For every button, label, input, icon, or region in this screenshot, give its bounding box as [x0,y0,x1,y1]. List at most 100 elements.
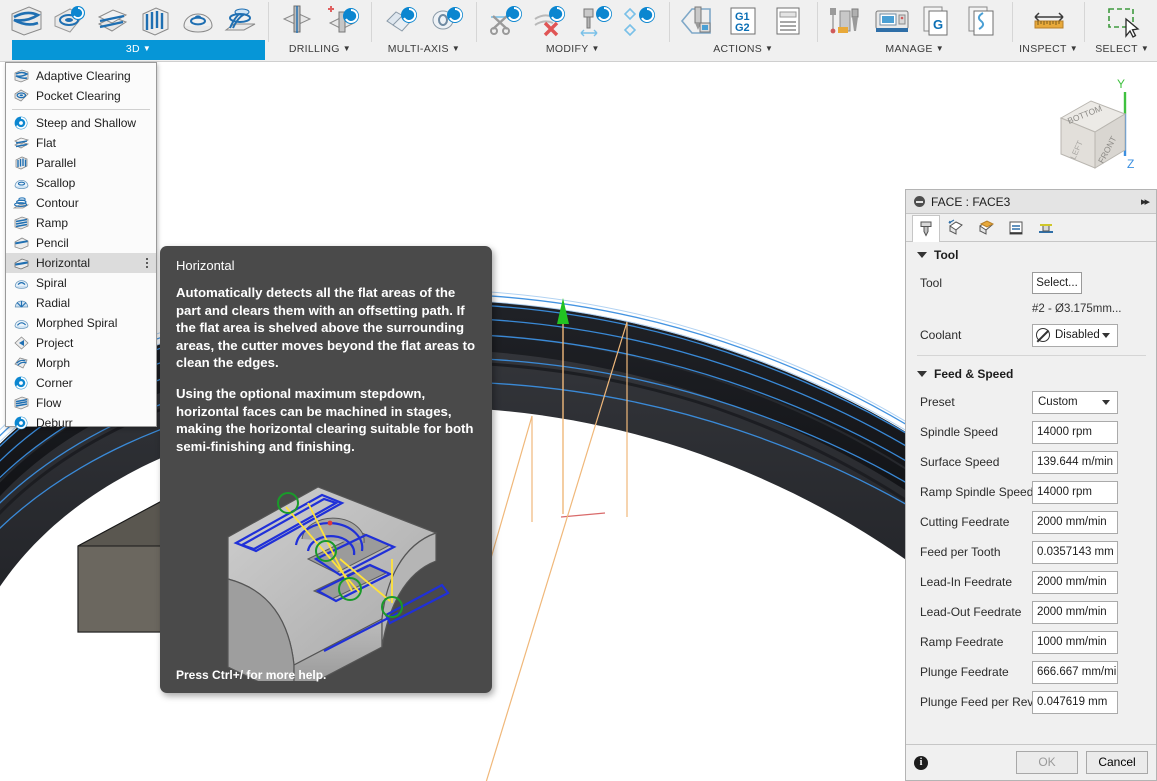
cancel-button[interactable]: Cancel [1086,751,1148,774]
flat-icon[interactable] [90,1,133,41]
heights-icon [979,220,995,235]
ramp-spindle-speed-input[interactable]: 14000 rpm [1032,480,1118,504]
delete-toolpath-icon[interactable] [528,1,573,41]
ribbon-group-modify-label[interactable]: MODIFY ▼ [479,40,667,60]
ribbon-group-select-label[interactable]: SELECT ▼ [1087,40,1157,60]
section-header-tool[interactable]: Tool [906,242,1156,268]
collapse-icon[interactable] [914,196,925,207]
menu-item-pencil[interactable]: Pencil [6,233,156,253]
dialog-tabs[interactable] [906,214,1156,242]
menu-item-corner[interactable]: Corner [6,373,156,393]
feed-per-tooth-input[interactable]: 0.0357143 mm [1032,540,1118,564]
menu-item-contour[interactable]: Contour [6,193,156,213]
drill-add-icon[interactable] [320,1,365,41]
simplify-icon[interactable] [618,1,663,41]
tool-select-button[interactable]: Select... [1032,272,1082,294]
menu-item-steep-and-shallow[interactable]: Steep and Shallow [6,113,156,133]
adaptive-clearing-icon [12,68,31,84]
section-header-feed-speed[interactable]: Feed & Speed [906,361,1156,387]
info-icon[interactable]: i [914,755,928,770]
tab-linking[interactable] [1032,214,1060,241]
ramp-feedrate-input[interactable]: 1000 mm/min [1032,630,1118,654]
dialog-title-bar[interactable]: FACE : FACE3 ▸▸ [906,190,1156,214]
simulate-icon[interactable] [676,1,721,41]
spindle-speed-input[interactable]: 14000 rpm [1032,420,1118,444]
measure-icon[interactable] [1026,1,1072,41]
divider [1011,2,1013,42]
chevron-down-icon [1102,332,1110,338]
tool-icon [920,221,932,237]
chevron-down-icon: ▼ [765,44,774,53]
menu-item-adaptive-clearing[interactable]: Adaptive Clearing [6,66,156,86]
tooltip-footer-hint: Press Ctrl+/ for more help. [176,668,327,682]
ribbon-group-manage-label[interactable]: MANAGE ▼ [820,40,1010,60]
menu-item-morphed-spiral[interactable]: Morphed Spiral [6,313,156,333]
menu-item-pocket-clearing[interactable]: Pocket Clearing [6,86,156,106]
post-process-icon[interactable]: G1 G2 [721,1,766,41]
menu-item-label: Ramp [36,216,69,230]
help-tooltip: Horizontal Automatically detects all the… [160,246,492,700]
3d-strategies-menu[interactable]: Adaptive Clearing Pocket Clearing Steep … [5,62,157,430]
pocket-clearing-icon[interactable] [47,1,90,41]
scallop-icon[interactable] [176,1,219,41]
preset-dropdown[interactable]: Custom [1032,390,1118,414]
view-cube[interactable]: Y Z X BOTTOM FRONT LEFT [1039,74,1149,182]
tool-change-icon[interactable] [573,1,618,41]
coolant-dropdown[interactable]: Disabled [1032,323,1118,347]
nc-programs-icon[interactable]: G [915,1,961,41]
menu-item-ramp[interactable]: Ramp [6,213,156,233]
menu-item-radial[interactable]: Radial [6,293,156,313]
tab-passes[interactable] [1002,214,1030,241]
chevron-down-icon [917,252,927,258]
menu-item-spiral[interactable]: Spiral [6,273,156,293]
lead-out-feedrate-input[interactable]: 2000 mm/min [1032,600,1118,624]
multiaxis-rotary-icon[interactable] [424,1,470,41]
field-row-cutting-feedrate: Cutting Feedrate 2000 mm/min [906,507,1156,537]
drill-icon[interactable] [275,1,320,41]
menu-item-label: Contour [36,196,79,210]
menu-item-label: Project [36,336,74,350]
plunge-feedrate-input[interactable]: 666.667 mm/min [1032,660,1118,684]
menu-item-flow[interactable]: Flow [6,393,156,413]
menu-item-label: Steep and Shallow [36,116,137,130]
lead-in-feedrate-input[interactable]: 2000 mm/min [1032,570,1118,594]
expand-right-icon[interactable]: ▸▸ [1141,195,1150,208]
ribbon-group-actions-label[interactable]: ACTIONS ▼ [672,40,815,60]
trim-icon[interactable] [483,1,528,41]
tooltip-illustration [190,441,460,700]
menu-item-parallel[interactable]: Parallel [6,153,156,173]
parallel-icon[interactable] [133,1,176,41]
section-title: Tool [934,248,959,262]
ribbon-group-inspect-label[interactable]: INSPECT ▼ [1015,40,1083,60]
tool-library-icon[interactable] [824,1,870,41]
menu-item-horizontal[interactable]: Horizontal [6,253,156,273]
cutting-feedrate-input[interactable]: 2000 mm/min [1032,510,1118,534]
menu-item-scallop[interactable]: Scallop [6,173,156,193]
menu-item-overflow-button[interactable] [142,256,152,270]
ok-button[interactable]: OK [1016,751,1078,774]
tab-heights[interactable] [972,214,1000,241]
ribbon-group-drilling-label[interactable]: DRILLING ▼ [271,40,369,60]
tab-geometry[interactable] [942,214,970,241]
menu-item-flat[interactable]: Flat [6,133,156,153]
tab-tool[interactable] [912,215,940,242]
setup-sheet-icon[interactable] [766,1,811,41]
multiaxis-swarf-icon[interactable] [378,1,424,41]
menu-item-morph[interactable]: Morph [6,353,156,373]
contour-icon[interactable] [219,1,262,41]
ribbon-group-actions-icons: G1 G2 [672,0,815,40]
view-cube-body[interactable]: BOTTOM FRONT LEFT [1059,100,1127,169]
plunge-feed-per-rev-input[interactable]: 0.047619 mm [1032,690,1118,714]
adaptive-clearing-icon[interactable] [4,1,47,41]
menu-item-deburr[interactable]: Deburr [6,413,156,433]
select-window-icon[interactable] [1099,1,1145,41]
menu-item-label: Spiral [36,276,67,290]
machine-library-icon[interactable] [869,1,915,41]
menu-item-project[interactable]: Project [6,333,156,353]
ribbon-group-multiaxis-label[interactable]: MULTI-AXIS ▼ [374,40,474,60]
divider [668,2,670,42]
templates-icon[interactable] [960,1,1006,41]
surface-speed-input[interactable]: 139.644 m/min [1032,450,1118,474]
chevron-down-icon: ▼ [142,44,152,53]
ribbon-tab-3d[interactable]: 3D ▼ [12,40,265,60]
